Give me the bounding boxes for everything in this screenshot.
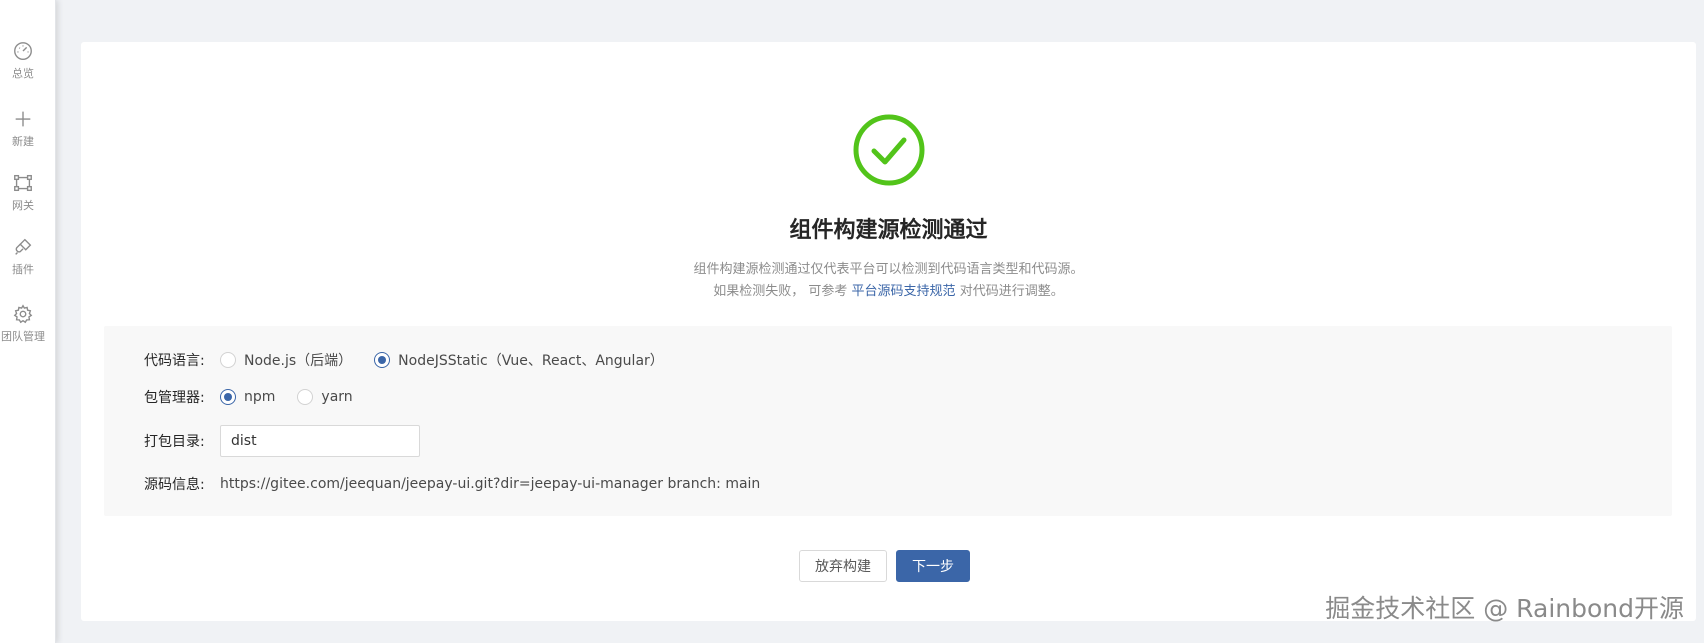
source-spec-link[interactable]: 平台源码支持规范 [852, 284, 956, 299]
package-manager-label: 包管理器: [144, 390, 205, 406]
sidebar-item-plugin[interactable]: 插件 [0, 236, 46, 277]
watermark: 掘金技术社区 @ Rainbond开源 [1325, 594, 1684, 623]
package-manager-row: 包管理器: npm yarn [144, 387, 375, 407]
abandon-build-button[interactable]: 放弃构建 [799, 550, 887, 582]
plugin-icon [15, 238, 32, 255]
sidebar: 总览 新建 网关 插件 团队管理 [0, 0, 56, 643]
package-manager-option-yarn[interactable]: yarn [297, 389, 353, 405]
sidebar-item-label: 总览 [12, 67, 34, 80]
sidebar-item-create[interactable]: 新建 [0, 108, 46, 149]
language-option-nodejs[interactable]: Node.js（后端） [220, 350, 352, 370]
next-step-button[interactable]: 下一步 [896, 550, 970, 582]
desc-line-2: 如果检测失败， 可参考 平台源码支持规范 对代码进行调整。 [81, 281, 1696, 303]
sidebar-item-label: 团队管理 [1, 330, 45, 343]
language-label: 代码语言: [144, 353, 205, 369]
sidebar-item-gateway[interactable]: 网关 [0, 172, 46, 213]
package-manager-option-npm[interactable]: npm [220, 389, 275, 405]
desc-line-2-prefix: 如果检测失败， 可参考 [713, 284, 852, 299]
radio-label: NodeJSStatic（Vue、React、Angular） [398, 353, 664, 369]
language-option-nodejsstatic[interactable]: NodeJSStatic（Vue、React、Angular） [374, 350, 664, 370]
source-value: https://gitee.com/jeequan/jeepay-ui.git?… [220, 476, 761, 492]
radio-label: Node.js（后端） [244, 353, 353, 369]
sidebar-item-label: 网关 [12, 199, 34, 212]
plus-icon [15, 111, 31, 127]
language-row: 代码语言: Node.js（后端） NodeJSStatic（Vue、React… [144, 350, 686, 370]
sidebar-item-overview[interactable]: 总览 [0, 40, 46, 81]
radio-label: npm [244, 389, 276, 405]
sidebar-item-team[interactable]: 团队管理 [0, 303, 46, 344]
gateway-icon [14, 174, 32, 192]
desc-line-2-suffix: 对代码进行调整。 [955, 284, 1064, 299]
build-dir-label: 打包目录: [144, 434, 205, 450]
result-title: 组件构建源检测通过 [789, 218, 988, 243]
radio-circle[interactable] [374, 352, 391, 368]
gear-icon [13, 304, 33, 324]
build-dir-input[interactable] [220, 425, 420, 457]
result-card: 组件构建源检测通过 组件构建源检测通过仅代表平台可以检测到代码语言类型和代码源。… [81, 42, 1696, 621]
radio-circle[interactable] [297, 389, 314, 405]
desc-line-1: 组件构建源检测通过仅代表平台可以检测到代码语言类型和代码源。 [693, 262, 1084, 277]
build-dir-row: 打包目录: [144, 425, 420, 457]
check-circle-icon [853, 114, 925, 186]
source-row: 源码信息: https://gitee.com/jeequan/jeepay-u… [144, 474, 760, 494]
build-info-panel: 代码语言: Node.js（后端） NodeJSStatic（Vue、React… [104, 326, 1672, 516]
source-label: 源码信息: [144, 477, 205, 493]
result-description: 组件构建源检测通过仅代表平台可以检测到代码语言类型和代码源。 如果检测失败， 可… [81, 259, 1696, 303]
sidebar-item-label: 新建 [12, 135, 34, 148]
radio-circle[interactable] [220, 352, 236, 368]
radio-label: yarn [321, 389, 353, 405]
dashboard-icon [14, 42, 32, 60]
sidebar-item-label: 插件 [12, 263, 34, 276]
radio-circle[interactable] [220, 389, 236, 405]
